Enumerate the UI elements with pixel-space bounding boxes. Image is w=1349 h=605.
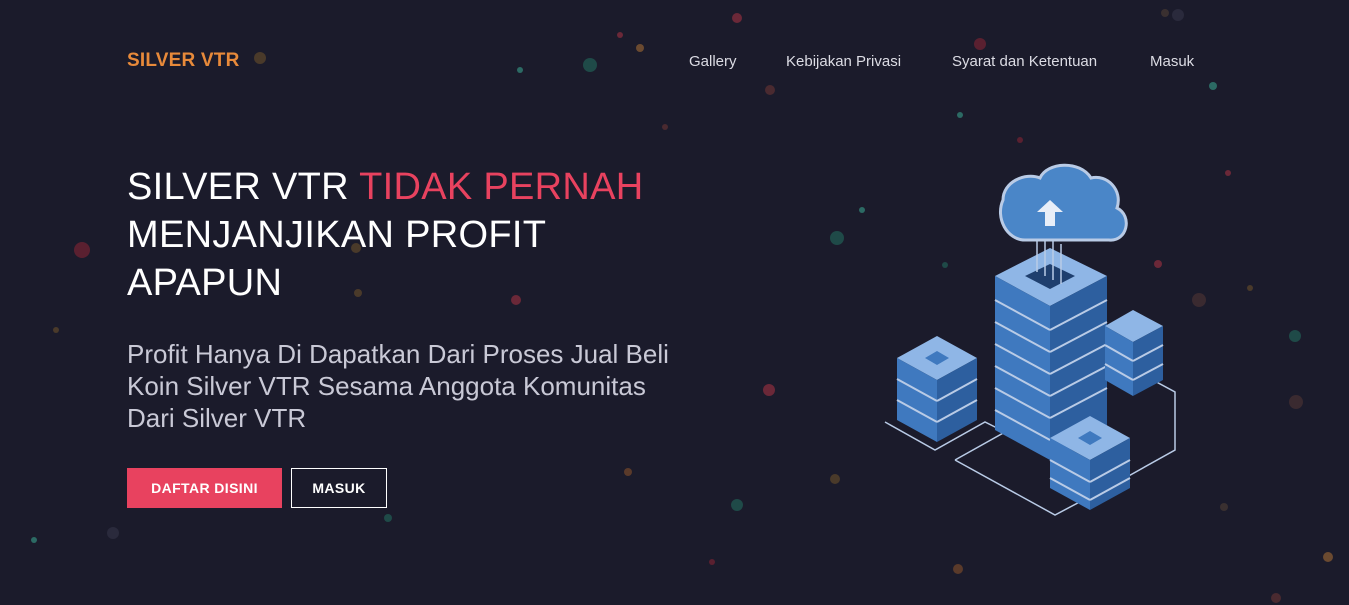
login-button[interactable]: MASUK [291,468,387,508]
nav-link-privacy-policy[interactable]: Kebijakan Privasi [786,53,901,70]
navbar: SILVER VTR Gallery Kebijakan Privasi Sya… [0,0,1349,122]
cloud-server-icon [884,163,1176,516]
hero-subtitle: Profit Hanya Di Dapatkan Dari Proses Jua… [127,339,669,433]
hero-title-part1: SILVER VTR [127,166,360,208]
register-button[interactable]: DAFTAR DISINI [127,468,282,508]
hero-title-part2: MENJANJIKAN PROFIT APAPUN [127,214,546,304]
nav-link-terms[interactable]: Syarat dan Ketentuan [952,53,1097,70]
nav-link-login[interactable]: Masuk [1150,53,1194,70]
hero-title: SILVER VTR TIDAK PERNAH MENJANJIKAN PROFI… [127,163,687,307]
nav-link-gallery[interactable]: Gallery [689,53,737,70]
hero-title-accent: TIDAK PERNAH [359,166,644,208]
brand-logo[interactable]: SILVER VTR [127,50,240,72]
